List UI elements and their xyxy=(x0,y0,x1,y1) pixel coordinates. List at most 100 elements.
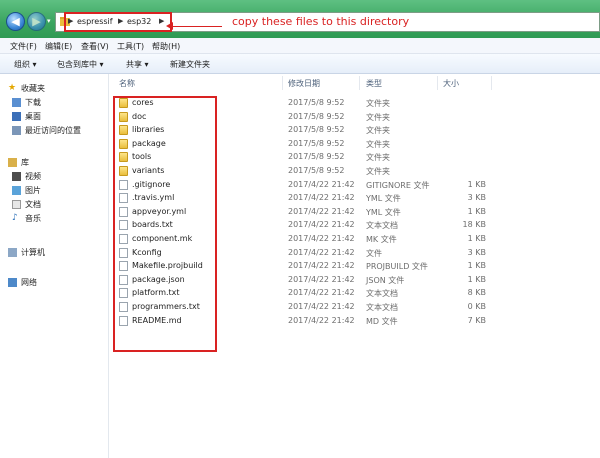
file-date: 2017/5/8 9:52 xyxy=(288,138,345,148)
file-row[interactable]: cores 2017/5/8 9:52 文件夹 xyxy=(109,96,600,110)
menu-bar: 文件(F) 编辑(E) 查看(V) 工具(T) 帮助(H) xyxy=(0,38,600,54)
back-button[interactable]: ◀ xyxy=(6,12,25,31)
file-name: .travis.yml xyxy=(132,193,175,203)
file-name: package xyxy=(132,138,166,148)
column-divider[interactable] xyxy=(359,76,360,90)
nav-videos[interactable]: 视频 xyxy=(12,170,41,182)
include-in-library-button[interactable]: 包含到库中 ▾ xyxy=(57,59,104,70)
history-dropdown-icon[interactable]: ▾ xyxy=(47,17,51,25)
file-row[interactable]: .travis.yml 2017/4/22 21:42 YML 文件 3 KB xyxy=(109,191,600,205)
file-name: variants xyxy=(132,166,165,175)
forward-button[interactable]: ▶ xyxy=(27,12,46,31)
file-name: Kconfig xyxy=(132,247,162,257)
file-row[interactable]: boards.txt 2017/4/22 21:42 文本文档 18 KB xyxy=(109,218,600,232)
file-type: MD 文件 xyxy=(366,316,398,326)
nav-recent[interactable]: 最近访问的位置 xyxy=(12,124,81,136)
file-size: 8 KB xyxy=(467,288,486,298)
command-toolbar: 组织 ▾ 包含到库中 ▾ 共享 ▾ 新建文件夹 xyxy=(0,54,600,74)
nav-desktop[interactable]: 桌面 xyxy=(12,110,41,122)
folder-icon xyxy=(119,166,128,176)
file-type: 文件夹 xyxy=(366,126,390,136)
column-header-name[interactable]: 名称 xyxy=(119,78,135,89)
file-icon xyxy=(119,288,128,299)
file-icon xyxy=(119,220,128,231)
column-divider[interactable] xyxy=(282,76,283,90)
file-row[interactable]: programmers.txt 2017/4/22 21:42 文本文档 0 KB xyxy=(109,300,600,314)
nav-computer[interactable]: 计算机 xyxy=(8,246,45,258)
nav-network[interactable]: 网络 xyxy=(8,276,37,288)
file-size: 3 KB xyxy=(467,193,486,203)
file-size: 7 KB xyxy=(467,315,486,325)
file-row[interactable]: platform.txt 2017/4/22 21:42 文本文档 8 KB xyxy=(109,286,600,300)
file-row[interactable]: package.json 2017/4/22 21:42 JSON 文件 1 KB xyxy=(109,273,600,287)
menu-tools[interactable]: 工具(T) xyxy=(117,41,144,52)
file-row[interactable]: tools 2017/5/8 9:52 文件夹 xyxy=(109,150,600,164)
nav-music[interactable]: ♪ 音乐 xyxy=(12,212,41,224)
file-name: Makefile.projbuild xyxy=(132,261,203,271)
file-icon xyxy=(119,261,128,272)
file-date: 2017/4/22 21:42 xyxy=(288,261,355,271)
file-date: 2017/4/22 21:42 xyxy=(288,193,355,203)
organize-button[interactable]: 组织 ▾ xyxy=(14,59,37,70)
menu-file[interactable]: 文件(F) xyxy=(10,41,37,52)
breadcrumb-esp32[interactable]: esp32 xyxy=(127,17,151,26)
nav-downloads[interactable]: 下载 xyxy=(12,96,41,108)
file-type: 文本文档 xyxy=(366,303,398,312)
column-divider[interactable] xyxy=(437,76,438,90)
file-date: 2017/4/22 21:42 xyxy=(288,288,355,298)
folder-icon xyxy=(119,152,128,163)
music-icon: ♪ xyxy=(12,212,18,223)
file-row[interactable]: component.mk 2017/4/22 21:42 MK 文件 1 KB xyxy=(109,232,600,246)
file-row[interactable]: Kconfig 2017/4/22 21:42 文件 3 KB xyxy=(109,246,600,260)
file-icon xyxy=(119,179,128,190)
navigation-pane: ★ 收藏夹 下载 桌面 最近访问的位置 库 视频 图片 文档 ♪ 音乐 计算机 网络 xyxy=(0,74,109,458)
file-date: 2017/4/22 21:42 xyxy=(288,220,355,230)
file-name: README.md xyxy=(132,315,182,325)
library-icon xyxy=(8,157,17,167)
breadcrumb-separator-icon: ▶ xyxy=(68,17,74,25)
file-row[interactable]: README.md 2017/4/22 21:42 MD 文件 7 KB xyxy=(109,314,600,328)
file-type: MK 文件 xyxy=(366,235,397,244)
file-row[interactable]: .gitignore 2017/4/22 21:42 GITIGNORE 文件 1 K… xyxy=(109,178,600,192)
nav-pictures[interactable]: 图片 xyxy=(12,184,41,196)
file-name: tools xyxy=(132,152,152,162)
folder-icon xyxy=(119,111,128,122)
column-header-size[interactable]: 大小 xyxy=(443,78,459,89)
column-header-type[interactable]: 类型 xyxy=(366,78,382,89)
address-bar-region: ◀ ▶ ▾ ▶ espressif ▶ esp32 ▶ copy these f… xyxy=(0,0,600,38)
nav-documents[interactable]: 文档 xyxy=(12,198,41,210)
column-header-date[interactable]: 修改日期 xyxy=(288,78,320,89)
file-icon xyxy=(119,206,128,217)
file-type: 文本文档 xyxy=(366,289,398,299)
new-folder-button[interactable]: 新建文件夹 xyxy=(170,59,210,70)
file-icon xyxy=(119,274,128,285)
file-row[interactable]: Makefile.projbuild 2017/4/22 21:42 PROJBUI… xyxy=(109,259,600,273)
file-row[interactable]: package 2017/5/8 9:52 文件夹 xyxy=(109,137,600,151)
file-size: 1 KB xyxy=(467,261,486,271)
file-icon xyxy=(119,234,128,244)
file-name: appveyor.yml xyxy=(132,206,187,216)
breadcrumb-espressif[interactable]: espressif xyxy=(77,17,113,26)
file-date: 2017/5/8 9:52 xyxy=(288,166,345,175)
menu-help[interactable]: 帮助(H) xyxy=(152,41,180,52)
share-button[interactable]: 共享 ▾ xyxy=(126,59,149,70)
file-name: cores xyxy=(132,98,154,107)
file-list-pane: 名称 修改日期 类型 大小 cores 2017/5/8 9:52 文件夹 doc 20… xyxy=(109,74,600,458)
file-row[interactable]: variants 2017/5/8 9:52 文件夹 xyxy=(109,164,600,178)
nav-favorites[interactable]: ★ 收藏夹 xyxy=(8,82,45,94)
file-type: 文件夹 xyxy=(366,153,390,163)
file-row[interactable]: doc 2017/5/8 9:52 文件夹 xyxy=(109,110,600,124)
column-divider[interactable] xyxy=(491,76,492,90)
desktop-icon xyxy=(12,111,21,121)
file-row[interactable]: libraries 2017/5/8 9:52 文件夹 xyxy=(109,123,600,137)
file-date: 2017/5/8 9:52 xyxy=(288,125,345,135)
file-type: GITIGNORE 文件 xyxy=(366,180,430,190)
file-size: 1 KB xyxy=(467,234,486,243)
file-date: 2017/5/8 9:52 xyxy=(288,111,345,121)
menu-edit[interactable]: 编辑(E) xyxy=(45,41,72,52)
file-row[interactable]: appveyor.yml 2017/4/22 21:42 YML 文件 1 KB xyxy=(109,205,600,219)
menu-view[interactable]: 查看(V) xyxy=(81,41,109,52)
nav-libraries[interactable]: 库 xyxy=(8,156,29,168)
file-name: boards.txt xyxy=(132,220,173,230)
file-date: 2017/4/22 21:42 xyxy=(288,302,355,311)
